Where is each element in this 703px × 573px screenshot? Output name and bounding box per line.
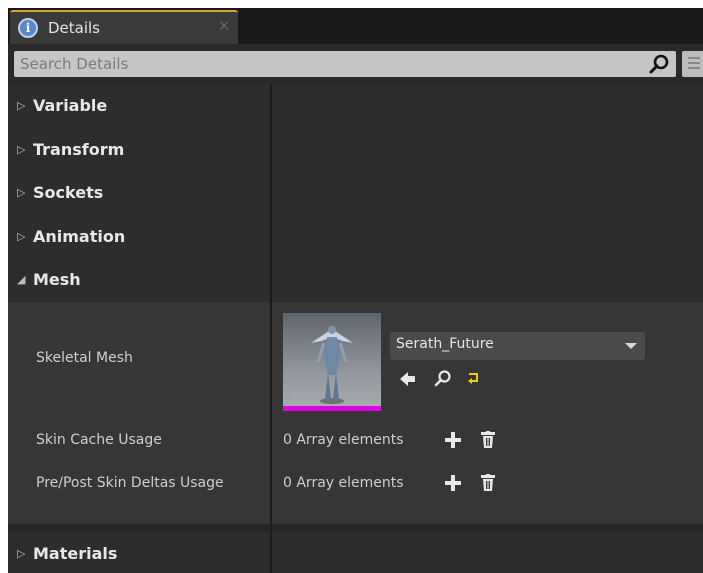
category-sockets[interactable]: ▷ Sockets [8, 171, 703, 215]
category-mesh[interactable]: ◢ Mesh [8, 258, 703, 302]
expand-arrow-icon: ▷ [17, 186, 26, 199]
close-icon[interactable]: × [218, 18, 230, 34]
pre-post-skin-deltas-value: 0 Array elements [283, 475, 404, 491]
trash-icon[interactable] [480, 474, 496, 492]
add-element-plus-icon[interactable] [444, 474, 462, 492]
expand-arrow-icon: ▷ [17, 230, 26, 243]
skeletal-mesh-dropdown[interactable]: Serath_Future [390, 332, 645, 360]
category-label: Sockets [33, 183, 104, 202]
tab-title: Details [48, 19, 101, 37]
collapse-arrow-icon: ◢ [17, 273, 26, 286]
browse-search-icon[interactable] [434, 369, 452, 387]
search-row [8, 44, 703, 84]
tab-bar: i Details × [8, 8, 703, 44]
search-input[interactable] [20, 51, 640, 77]
use-selected-arrow-icon[interactable] [399, 370, 417, 388]
column-splitter[interactable] [270, 84, 272, 573]
category-label: Variable [33, 96, 108, 115]
search-icon[interactable] [648, 53, 670, 75]
separator [8, 524, 703, 532]
category-animation[interactable]: ▷ Animation [8, 215, 703, 259]
mesh-thumbnail[interactable] [283, 313, 381, 411]
category-label: Animation [33, 227, 126, 246]
add-element-plus-icon[interactable] [444, 431, 462, 449]
mesh-properties: Skeletal Mesh Serath_Future Skin Cache U… [8, 302, 703, 524]
character-preview-image [283, 313, 381, 411]
expand-arrow-icon: ▷ [17, 547, 26, 560]
pre-post-skin-deltas-label: Pre/Post Skin Deltas Usage [36, 475, 224, 491]
property-list: ▷ Variable ▷ Transform ▷ Sockets ▷ Anima… [8, 84, 703, 573]
info-icon: i [18, 18, 38, 38]
tab-details[interactable]: i Details × [10, 10, 238, 44]
category-transform[interactable]: ▷ Transform [8, 128, 703, 172]
reset-to-default-icon[interactable] [467, 371, 481, 385]
category-label: Mesh [33, 270, 81, 289]
category-label: Transform [33, 140, 125, 159]
skin-cache-usage-label: Skin Cache Usage [36, 432, 162, 448]
details-panel: i Details × ▷ Variable ▷ Transform ▷ Soc… [8, 8, 703, 573]
expand-arrow-icon: ▷ [17, 143, 26, 156]
skin-cache-usage-value: 0 Array elements [283, 432, 404, 448]
expand-arrow-icon: ▷ [17, 99, 26, 112]
trash-icon[interactable] [480, 431, 496, 449]
category-variable[interactable]: ▷ Variable [8, 84, 703, 128]
category-label: Materials [33, 544, 118, 563]
skeletal-mesh-label: Skeletal Mesh [36, 350, 133, 366]
asset-type-bar [283, 406, 381, 411]
category-materials[interactable]: ▷ Materials [8, 532, 703, 573]
chevron-down-icon [625, 343, 637, 349]
search-box[interactable] [14, 51, 676, 77]
skeletal-mesh-value: Serath_Future [396, 336, 494, 352]
view-options-icon[interactable] [682, 51, 703, 77]
